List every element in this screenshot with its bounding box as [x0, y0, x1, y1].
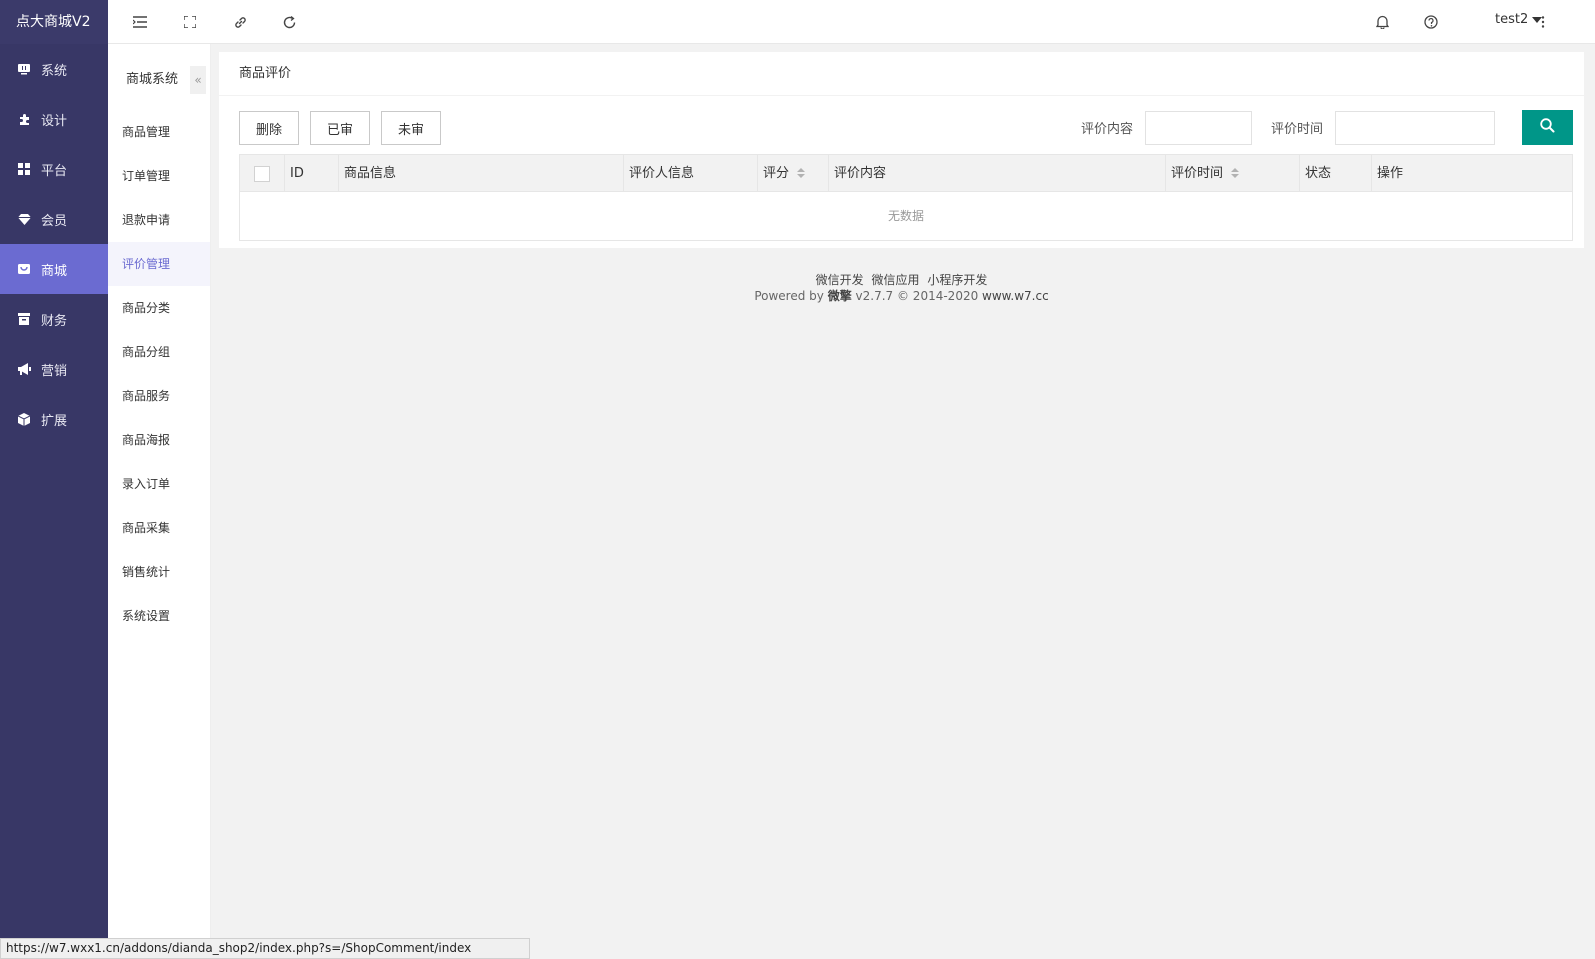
delete-button[interactable]: 删除	[239, 111, 299, 145]
nav-item-shop[interactable]: 商城	[0, 244, 108, 294]
sub-sidebar-title: 商城系统	[126, 71, 179, 87]
nav-label: 会员	[41, 213, 68, 229]
search-icon	[1540, 118, 1555, 137]
content-filter-input[interactable]	[1145, 111, 1252, 145]
column-label: 评价人信息	[629, 166, 695, 181]
sub-nav-item[interactable]: 录入订单	[108, 462, 210, 506]
sub-nav-item[interactable]: 商品海报	[108, 418, 210, 462]
nav-label: 商城	[41, 263, 68, 279]
sort-icon[interactable]	[1231, 167, 1240, 180]
comment-table: ID 商品信息 评价人信息 评分 评价内容 评价时间 状态 操作 无数据	[239, 154, 1573, 241]
nav-label: 系统	[41, 63, 68, 79]
time-filter-input[interactable]	[1335, 111, 1495, 145]
column-header-id: ID	[284, 155, 338, 192]
footer-links: 微信开发 微信应用 小程序开发	[219, 272, 1584, 288]
nav-item-marketing[interactable]: 营销	[0, 344, 108, 394]
column-label: 状态	[1305, 166, 1332, 181]
column-label: 评价时间	[1171, 166, 1224, 181]
main-sidebar: 点大商城V2 系统 设计 平台 会员 商城 财务 营销 扩展	[0, 0, 108, 959]
bullhorn-icon	[17, 362, 31, 376]
time-filter-label: 评价时间	[1271, 122, 1324, 137]
sub-nav-item[interactable]: 评价管理	[108, 242, 210, 286]
column-label: 评价内容	[834, 166, 887, 181]
select-all-cell	[240, 155, 284, 192]
nav-item-member[interactable]: 会员	[0, 194, 108, 244]
column-header-rating[interactable]: 评分	[757, 155, 828, 192]
footer-link[interactable]: 微信应用	[871, 273, 919, 287]
brand-logo[interactable]: 点大商城V2	[0, 0, 108, 44]
footer-link[interactable]: 小程序开发	[927, 273, 987, 287]
monitor-icon	[17, 62, 31, 76]
powered-version: v2.7.7 © 2014-2020	[855, 289, 979, 303]
puzzle-icon	[17, 112, 31, 126]
notification-bell-icon[interactable]	[1373, 13, 1391, 31]
nav-label: 平台	[41, 163, 68, 179]
username: test2	[1495, 12, 1529, 27]
fullscreen-icon[interactable]	[181, 13, 199, 31]
unreviewed-button[interactable]: 未审	[381, 111, 441, 145]
footer-link[interactable]: 微信开发	[816, 273, 864, 287]
column-header-actions: 操作	[1371, 155, 1572, 192]
browser-status-url: https://w7.wxx1.cn/addons/dianda_shop2/i…	[0, 938, 530, 959]
link-icon[interactable]	[231, 13, 249, 31]
sub-nav-item[interactable]: 订单管理	[108, 154, 210, 198]
column-label: 操作	[1377, 166, 1404, 181]
column-label: 商品信息	[344, 166, 397, 181]
empty-state: 无数据	[887, 209, 924, 223]
column-header-time[interactable]: 评价时间	[1165, 155, 1299, 192]
sub-nav-item[interactable]: 商品管理	[108, 110, 210, 154]
cube-icon	[17, 412, 31, 426]
select-all-checkbox[interactable]	[254, 166, 270, 182]
column-label: ID	[290, 166, 304, 181]
nav-label: 营销	[41, 363, 68, 379]
nav-item-system[interactable]: 系统	[0, 44, 108, 94]
comment-panel: 商品评价 删除 已审 未审 评价内容 评价时间 ID 商品信息 评价人信息 评分…	[219, 52, 1584, 248]
sub-nav-item[interactable]: 商品采集	[108, 506, 210, 550]
column-header-reviewer: 评价人信息	[623, 155, 757, 192]
powered-by: Powered by 微擎 v2.7.7 © 2014-2020 www.w7.…	[219, 288, 1584, 304]
sub-nav-list: 商品管理 订单管理 退款申请 评价管理 商品分类 商品分组 商品服务 商品海报 录入订单 商品采集…	[108, 110, 210, 638]
reviewed-button[interactable]: 已审	[310, 111, 370, 145]
nav-item-platform[interactable]: 平台	[0, 144, 108, 194]
menu-toggle-icon[interactable]	[131, 13, 149, 31]
column-label: 评分	[763, 166, 790, 181]
refresh-icon[interactable]	[280, 13, 298, 31]
sub-sidebar: 商城系统 « 商品管理 订单管理 退款申请 评价管理 商品分类 商品分组 商品服务 商品海报录…	[108, 44, 211, 959]
sub-nav-item[interactable]: 销售统计	[108, 550, 210, 594]
column-header-product: 商品信息	[338, 155, 623, 192]
sub-sidebar-header: 商城系统 «	[108, 44, 210, 110]
nav-item-design[interactable]: 设计	[0, 94, 108, 144]
nav-label: 设计	[41, 113, 68, 129]
table-header: ID 商品信息 评价人信息 评分 评价内容 评价时间 状态 操作	[240, 155, 1572, 192]
shop-icon	[17, 262, 31, 276]
gem-icon	[17, 212, 31, 226]
more-vertical-icon[interactable]	[1534, 13, 1552, 31]
grid-icon	[17, 162, 31, 176]
page-title: 商品评价	[219, 52, 1584, 96]
column-header-content: 评价内容	[828, 155, 1165, 192]
powered-brand[interactable]: 微擎	[828, 289, 852, 303]
sub-nav-item[interactable]: 商品服务	[108, 374, 210, 418]
sub-nav-item[interactable]: 商品分组	[108, 330, 210, 374]
sort-icon[interactable]	[797, 167, 806, 180]
top-toolbar: test2	[108, 0, 1595, 44]
archive-icon	[17, 312, 31, 326]
sub-nav-item[interactable]: 系统设置	[108, 594, 210, 638]
column-header-status: 状态	[1299, 155, 1371, 192]
nav-item-extend[interactable]: 扩展	[0, 394, 108, 444]
page-footer: 微信开发 微信应用 小程序开发 Powered by 微擎 v2.7.7 © 2…	[219, 272, 1584, 304]
search-button[interactable]	[1522, 110, 1573, 145]
sub-nav-item[interactable]: 退款申请	[108, 198, 210, 242]
nav-label: 财务	[41, 313, 68, 329]
content-filter-label: 评价内容	[1081, 122, 1134, 137]
help-icon[interactable]	[1422, 13, 1440, 31]
collapse-sidebar-button[interactable]: «	[190, 66, 206, 94]
nav-label: 扩展	[41, 413, 68, 429]
site-link[interactable]: www.w7.cc	[982, 289, 1049, 303]
powered-prefix: Powered by	[754, 289, 824, 303]
nav-item-finance[interactable]: 财务	[0, 294, 108, 344]
sub-nav-item[interactable]: 商品分类	[108, 286, 210, 330]
nav-menu: 系统 设计 平台 会员 商城 财务 营销 扩展	[0, 44, 108, 444]
